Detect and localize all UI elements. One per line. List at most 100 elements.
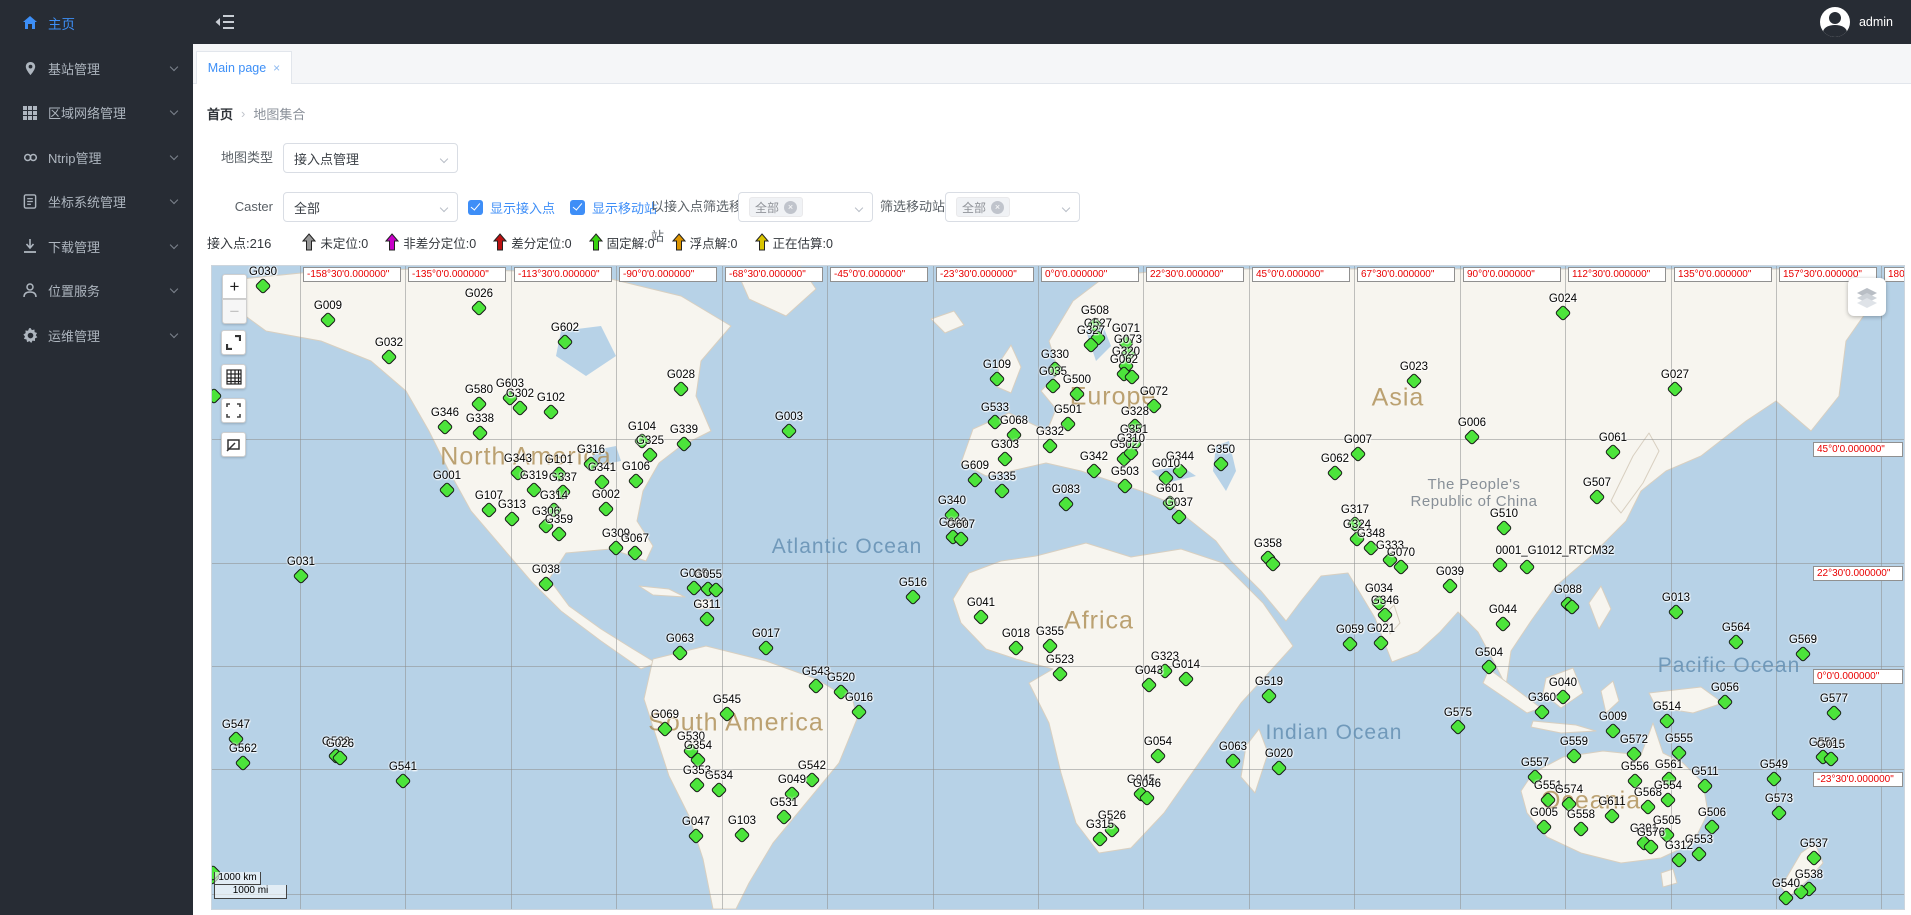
sidebar-home-label: 主页 <box>48 13 75 33</box>
station-label: G556 <box>1621 761 1649 773</box>
station-label: G102 <box>537 392 565 404</box>
home-icon <box>22 15 38 31</box>
station-label: G573 <box>1765 793 1793 805</box>
station-label: G049 <box>778 774 806 786</box>
sidebar-item-5[interactable]: 下载管理 <box>0 224 193 269</box>
latitude-label: 22°30'0.000000" <box>1813 566 1903 581</box>
zoom-to-extent-button[interactable] <box>221 330 246 355</box>
longitude-label: -45°0'0.000000" <box>830 267 928 282</box>
tag-close-icon[interactable]: × <box>784 201 797 214</box>
station-label: G109 <box>983 359 1011 371</box>
station-label: G009 <box>314 300 342 312</box>
legend-item: 非差分定位:0 <box>385 233 476 252</box>
arrow-marker-icon <box>385 233 399 251</box>
checkbox-checked-icon[interactable] <box>570 200 585 215</box>
station-label: G062 <box>1110 354 1138 366</box>
station-label: G106 <box>622 461 650 473</box>
station-label: G327 <box>1077 325 1105 337</box>
station-label: G005 <box>1530 807 1558 819</box>
breadcrumb-current: 地图集合 <box>253 104 305 123</box>
show-rovers-checkbox[interactable]: 显示移动站 <box>570 192 657 222</box>
fullscreen-button[interactable] <box>221 398 246 423</box>
breadcrumb-root[interactable]: 首页 <box>207 104 233 123</box>
legend-item-label: 固定解:0 <box>607 233 655 252</box>
station-label: G545 <box>713 694 741 706</box>
sidebar-item-6[interactable]: 位置服务 <box>0 269 193 314</box>
sidebar-item-4[interactable]: 坐标系统管理 <box>0 180 193 225</box>
graticule-line <box>1354 266 1355 910</box>
legend-item: 浮点解:0 <box>672 233 738 252</box>
station-label: G007 <box>1344 434 1372 446</box>
caster-value: 全部 <box>294 198 320 217</box>
station-label: G335 <box>988 471 1016 483</box>
legend-item-label: 浮点解:0 <box>690 233 738 252</box>
station-label: G017 <box>752 628 780 640</box>
user-menu[interactable]: admin <box>1820 0 1893 44</box>
graticule-line <box>616 266 617 910</box>
station-label: G032 <box>375 337 403 349</box>
station-label: G016 <box>845 692 873 704</box>
station-label: G355 <box>1036 626 1064 638</box>
station-label: G067 <box>621 533 649 545</box>
sidebar-item-7[interactable]: 运维管理 <box>0 313 193 358</box>
station-label: G575 <box>1444 707 1472 719</box>
station-label: G063 <box>1219 741 1247 753</box>
rover-type-select[interactable]: 全部× <box>945 192 1080 222</box>
box-select-button[interactable] <box>221 432 246 457</box>
checkbox-checked-icon[interactable] <box>468 200 483 215</box>
station-label: G317 <box>1341 504 1369 516</box>
station-label: G024 <box>1549 293 1577 305</box>
latitude-label: -23°30'0.000000" <box>1813 772 1903 787</box>
tag-close-icon[interactable]: × <box>991 201 1004 214</box>
map-type-select[interactable]: 接入点管理 <box>283 143 458 173</box>
station-label: G068 <box>1000 415 1028 427</box>
show-access-points-checkbox[interactable]: 显示接入点 <box>468 192 555 222</box>
sidebar-item-home[interactable]: 主页 <box>0 0 193 46</box>
map-canvas[interactable]: North AmericaSouth AmericaEuropeAfricaAs… <box>211 265 1905 910</box>
station-label: G540 <box>1772 878 1800 890</box>
chevron-down-icon <box>855 204 863 212</box>
tab-main-page[interactable]: Main page × <box>196 51 292 84</box>
station-label: G500 <box>1063 374 1091 386</box>
station-label: G062 <box>1321 453 1349 465</box>
rover-by-access-select[interactable]: 全部× <box>738 192 873 222</box>
station-label: G557 <box>1521 757 1549 769</box>
extent-icon <box>226 335 241 350</box>
arrow-marker-icon <box>672 233 686 251</box>
layers-icon <box>1855 285 1879 309</box>
sidebar-item-label: 区域网络管理 <box>48 103 171 122</box>
sidebar-item-3[interactable]: Ntrip管理 <box>0 135 193 180</box>
sidebar-item-label: 基站管理 <box>48 59 171 78</box>
station-label: G316 <box>577 444 605 456</box>
pin-icon <box>22 60 38 76</box>
sidebar-item-2[interactable]: 区域网络管理 <box>0 91 193 136</box>
station-label: G039 <box>1436 566 1464 578</box>
avatar[interactable] <box>1820 7 1850 37</box>
layer-switcher-button[interactable] <box>1848 278 1886 316</box>
tab-close-icon[interactable]: × <box>273 61 280 75</box>
sidebar-item-1[interactable]: 基站管理 <box>0 46 193 91</box>
graticule-toggle-button[interactable] <box>221 364 246 389</box>
arrow-marker-icon <box>493 233 507 251</box>
station-label: G073 <box>1114 334 1142 346</box>
caster-select[interactable]: 全部 <box>283 192 458 222</box>
station-label: G531 <box>770 797 798 809</box>
station-label: G001 <box>433 470 461 482</box>
status-legend: 接入点:216 未定位:0非差分定位:0差分定位:0固定解:0浮点解:0正在估算… <box>207 230 833 254</box>
station-label: G337 <box>549 472 577 484</box>
station-label: G611 <box>1598 796 1625 808</box>
station-label: G569 <box>1789 634 1817 646</box>
station-label: G056 <box>1711 682 1739 694</box>
station-label: G559 <box>1560 736 1588 748</box>
station-label: G325 <box>636 435 664 447</box>
zoom-in-button[interactable]: + <box>222 274 247 299</box>
legend-item: 未定位:0 <box>302 233 368 252</box>
station-label: G314 <box>540 490 568 502</box>
station-label: G027 <box>1661 369 1689 381</box>
station-label: G311 <box>693 599 720 611</box>
menu-collapse-icon[interactable] <box>215 12 235 32</box>
zoom-out-button[interactable]: − <box>222 299 247 324</box>
station-label: G354 <box>684 740 712 752</box>
longitude-label: 0°0'0.000000" <box>1041 267 1139 282</box>
station-label: G302 <box>506 388 534 400</box>
